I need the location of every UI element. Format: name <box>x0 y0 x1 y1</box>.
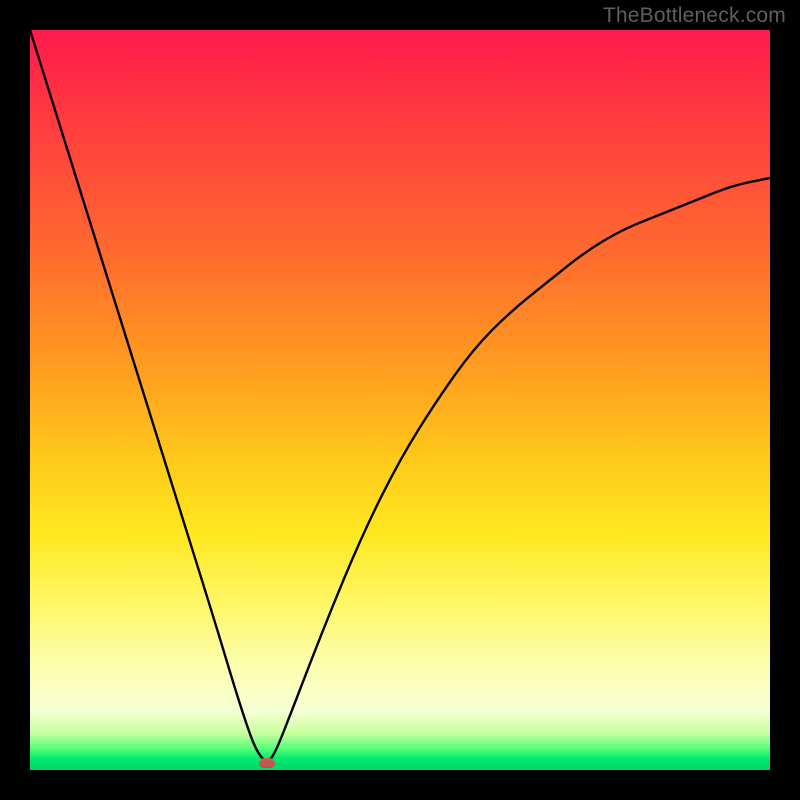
chart-frame: TheBottleneck.com <box>0 0 800 800</box>
plot-area <box>30 30 770 770</box>
watermark-text: TheBottleneck.com <box>603 4 786 28</box>
bottleneck-curve <box>30 30 770 770</box>
target-marker <box>259 758 275 768</box>
